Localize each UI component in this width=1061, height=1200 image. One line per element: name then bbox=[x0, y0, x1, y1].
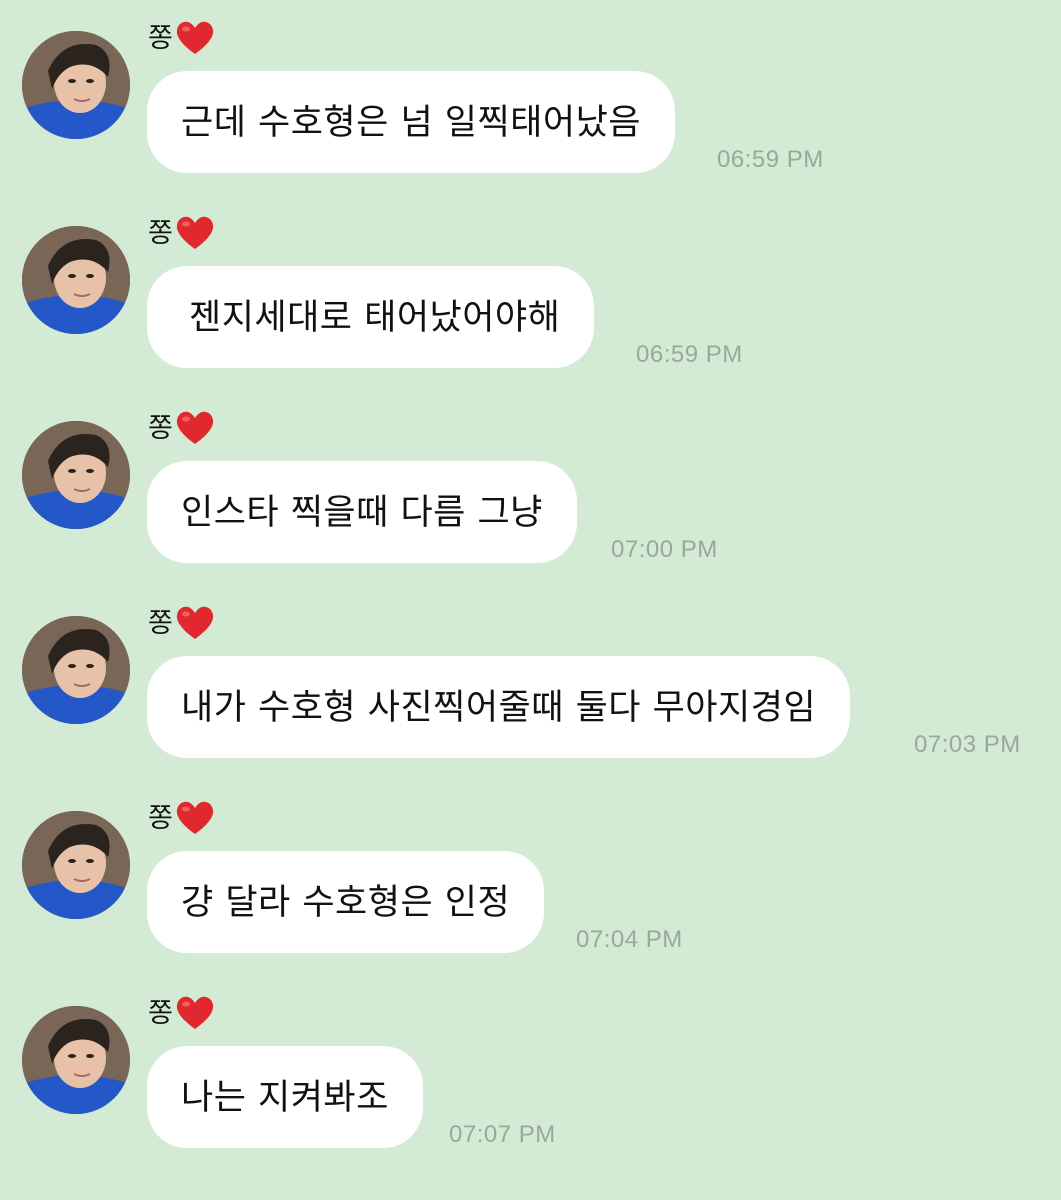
message-row: 쫑 걍 달라 수호형은 인정 07:04 PM bbox=[0, 780, 1061, 970]
red-heart-icon bbox=[176, 411, 213, 444]
avatar[interactable] bbox=[22, 1006, 130, 1114]
red-heart-icon bbox=[176, 606, 213, 639]
avatar[interactable] bbox=[22, 31, 130, 139]
message-timestamp: 07:04 PM bbox=[576, 926, 683, 953]
message-text: 근데 수호형은 넘 일찍태어났음 bbox=[181, 102, 641, 143]
sender-name: 쫑 bbox=[148, 607, 173, 639]
message-bubble[interactable]: 젠지세대로 태어났어야해 bbox=[147, 266, 595, 368]
sender: 쫑 bbox=[148, 408, 215, 448]
avatar-photo bbox=[22, 421, 130, 529]
avatar[interactable] bbox=[22, 226, 130, 334]
message-text: 인스타 찍을때 다름 그냥 bbox=[181, 492, 543, 533]
red-heart-icon bbox=[176, 996, 213, 1029]
message-bubble[interactable]: 걍 달라 수호형은 인정 bbox=[147, 851, 545, 953]
avatar[interactable] bbox=[22, 421, 130, 529]
avatar-photo bbox=[22, 811, 130, 919]
avatar-photo bbox=[22, 31, 130, 139]
sender-name: 쫑 bbox=[148, 802, 173, 834]
message-row: 쫑 젠지세대로 태어났어야해 06:59 PM bbox=[0, 195, 1061, 385]
message-bubble[interactable]: 근데 수호형은 넘 일찍태어났음 bbox=[147, 71, 675, 173]
message-row: 쫑 근데 수호형은 넘 일찍태어났음 06:59 PM bbox=[0, 0, 1061, 190]
avatar-photo bbox=[22, 226, 130, 334]
message-text: 내가 수호형 사진찍어줄때 둘다 무아지경임 bbox=[181, 687, 817, 728]
message-bubble[interactable]: 인스타 찍을때 다름 그냥 bbox=[147, 461, 577, 563]
sender-name: 쫑 bbox=[148, 217, 173, 249]
avatar-photo bbox=[22, 1006, 130, 1114]
message-row: 쫑 인스타 찍을때 다름 그냥 07:00 PM bbox=[0, 390, 1061, 580]
message-text: 젠지세대로 태어났어야해 bbox=[189, 297, 561, 338]
sender: 쫑 bbox=[148, 213, 215, 253]
sender-name: 쫑 bbox=[148, 997, 173, 1029]
message-text: 나는 지켜봐조 bbox=[181, 1077, 389, 1118]
sender: 쫑 bbox=[148, 603, 215, 643]
sender-name: 쫑 bbox=[148, 22, 173, 54]
message-bubble[interactable]: 나는 지켜봐조 bbox=[147, 1046, 423, 1148]
avatar-photo bbox=[22, 616, 130, 724]
sender: 쫑 bbox=[148, 993, 215, 1033]
red-heart-icon bbox=[176, 216, 213, 249]
message-timestamp: 07:00 PM bbox=[611, 536, 718, 563]
red-heart-icon bbox=[176, 801, 213, 834]
message-text: 걍 달라 수호형은 인정 bbox=[181, 882, 511, 923]
avatar[interactable] bbox=[22, 811, 130, 919]
sender: 쫑 bbox=[148, 18, 215, 58]
message-row: 쫑 나는 지켜봐조 07:07 PM bbox=[0, 975, 1061, 1165]
message-timestamp: 07:07 PM bbox=[449, 1121, 556, 1148]
sender-name: 쫑 bbox=[148, 412, 173, 444]
chat-log: 쫑 근데 수호형은 넘 일찍태어났음 06:59 PM 쫑 젠지세대로 태어났어… bbox=[0, 0, 1061, 1200]
message-timestamp: 06:59 PM bbox=[636, 341, 743, 368]
message-bubble[interactable]: 내가 수호형 사진찍어줄때 둘다 무아지경임 bbox=[147, 656, 851, 758]
message-row: 쫑 내가 수호형 사진찍어줄때 둘다 무아지경임 07:03 PM bbox=[0, 585, 1061, 775]
red-heart-icon bbox=[176, 21, 213, 54]
message-timestamp: 06:59 PM bbox=[717, 146, 824, 173]
message-timestamp: 07:03 PM bbox=[914, 731, 1021, 758]
avatar[interactable] bbox=[22, 616, 130, 724]
sender: 쫑 bbox=[148, 798, 215, 838]
